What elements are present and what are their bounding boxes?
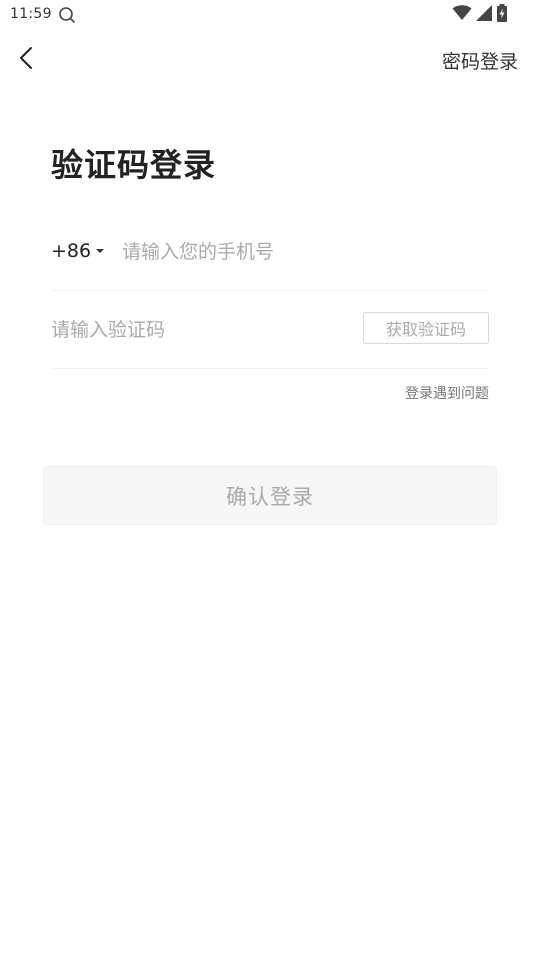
wifi-icon — [452, 5, 472, 25]
signal-icon — [476, 5, 492, 25]
status-bar: 11:59 — [0, 0, 540, 30]
country-code-selector[interactable]: +86 — [51, 240, 105, 262]
login-problem-link[interactable]: 登录遇到问题 — [405, 383, 489, 403]
get-code-button[interactable]: 获取验证码 — [363, 312, 489, 344]
confirm-login-button[interactable]: 确认登录 — [44, 467, 496, 524]
back-button[interactable] — [10, 44, 42, 76]
header: 密码登录 — [0, 30, 540, 90]
country-code-label: +86 — [51, 240, 92, 262]
chevron-down-icon — [96, 249, 105, 253]
status-icons — [452, 4, 508, 26]
page-title: 验证码登录 — [51, 146, 217, 184]
code-row: 获取验证码 — [51, 290, 489, 369]
search-icon — [58, 6, 76, 24]
phone-row: +86 — [51, 228, 489, 291]
verification-code-input[interactable] — [51, 314, 341, 346]
password-login-link[interactable]: 密码登录 — [442, 47, 518, 74]
phone-input[interactable] — [122, 236, 482, 268]
battery-charging-icon — [496, 4, 508, 26]
back-arrow-icon — [18, 46, 34, 74]
status-time: 11:59 — [10, 6, 52, 22]
